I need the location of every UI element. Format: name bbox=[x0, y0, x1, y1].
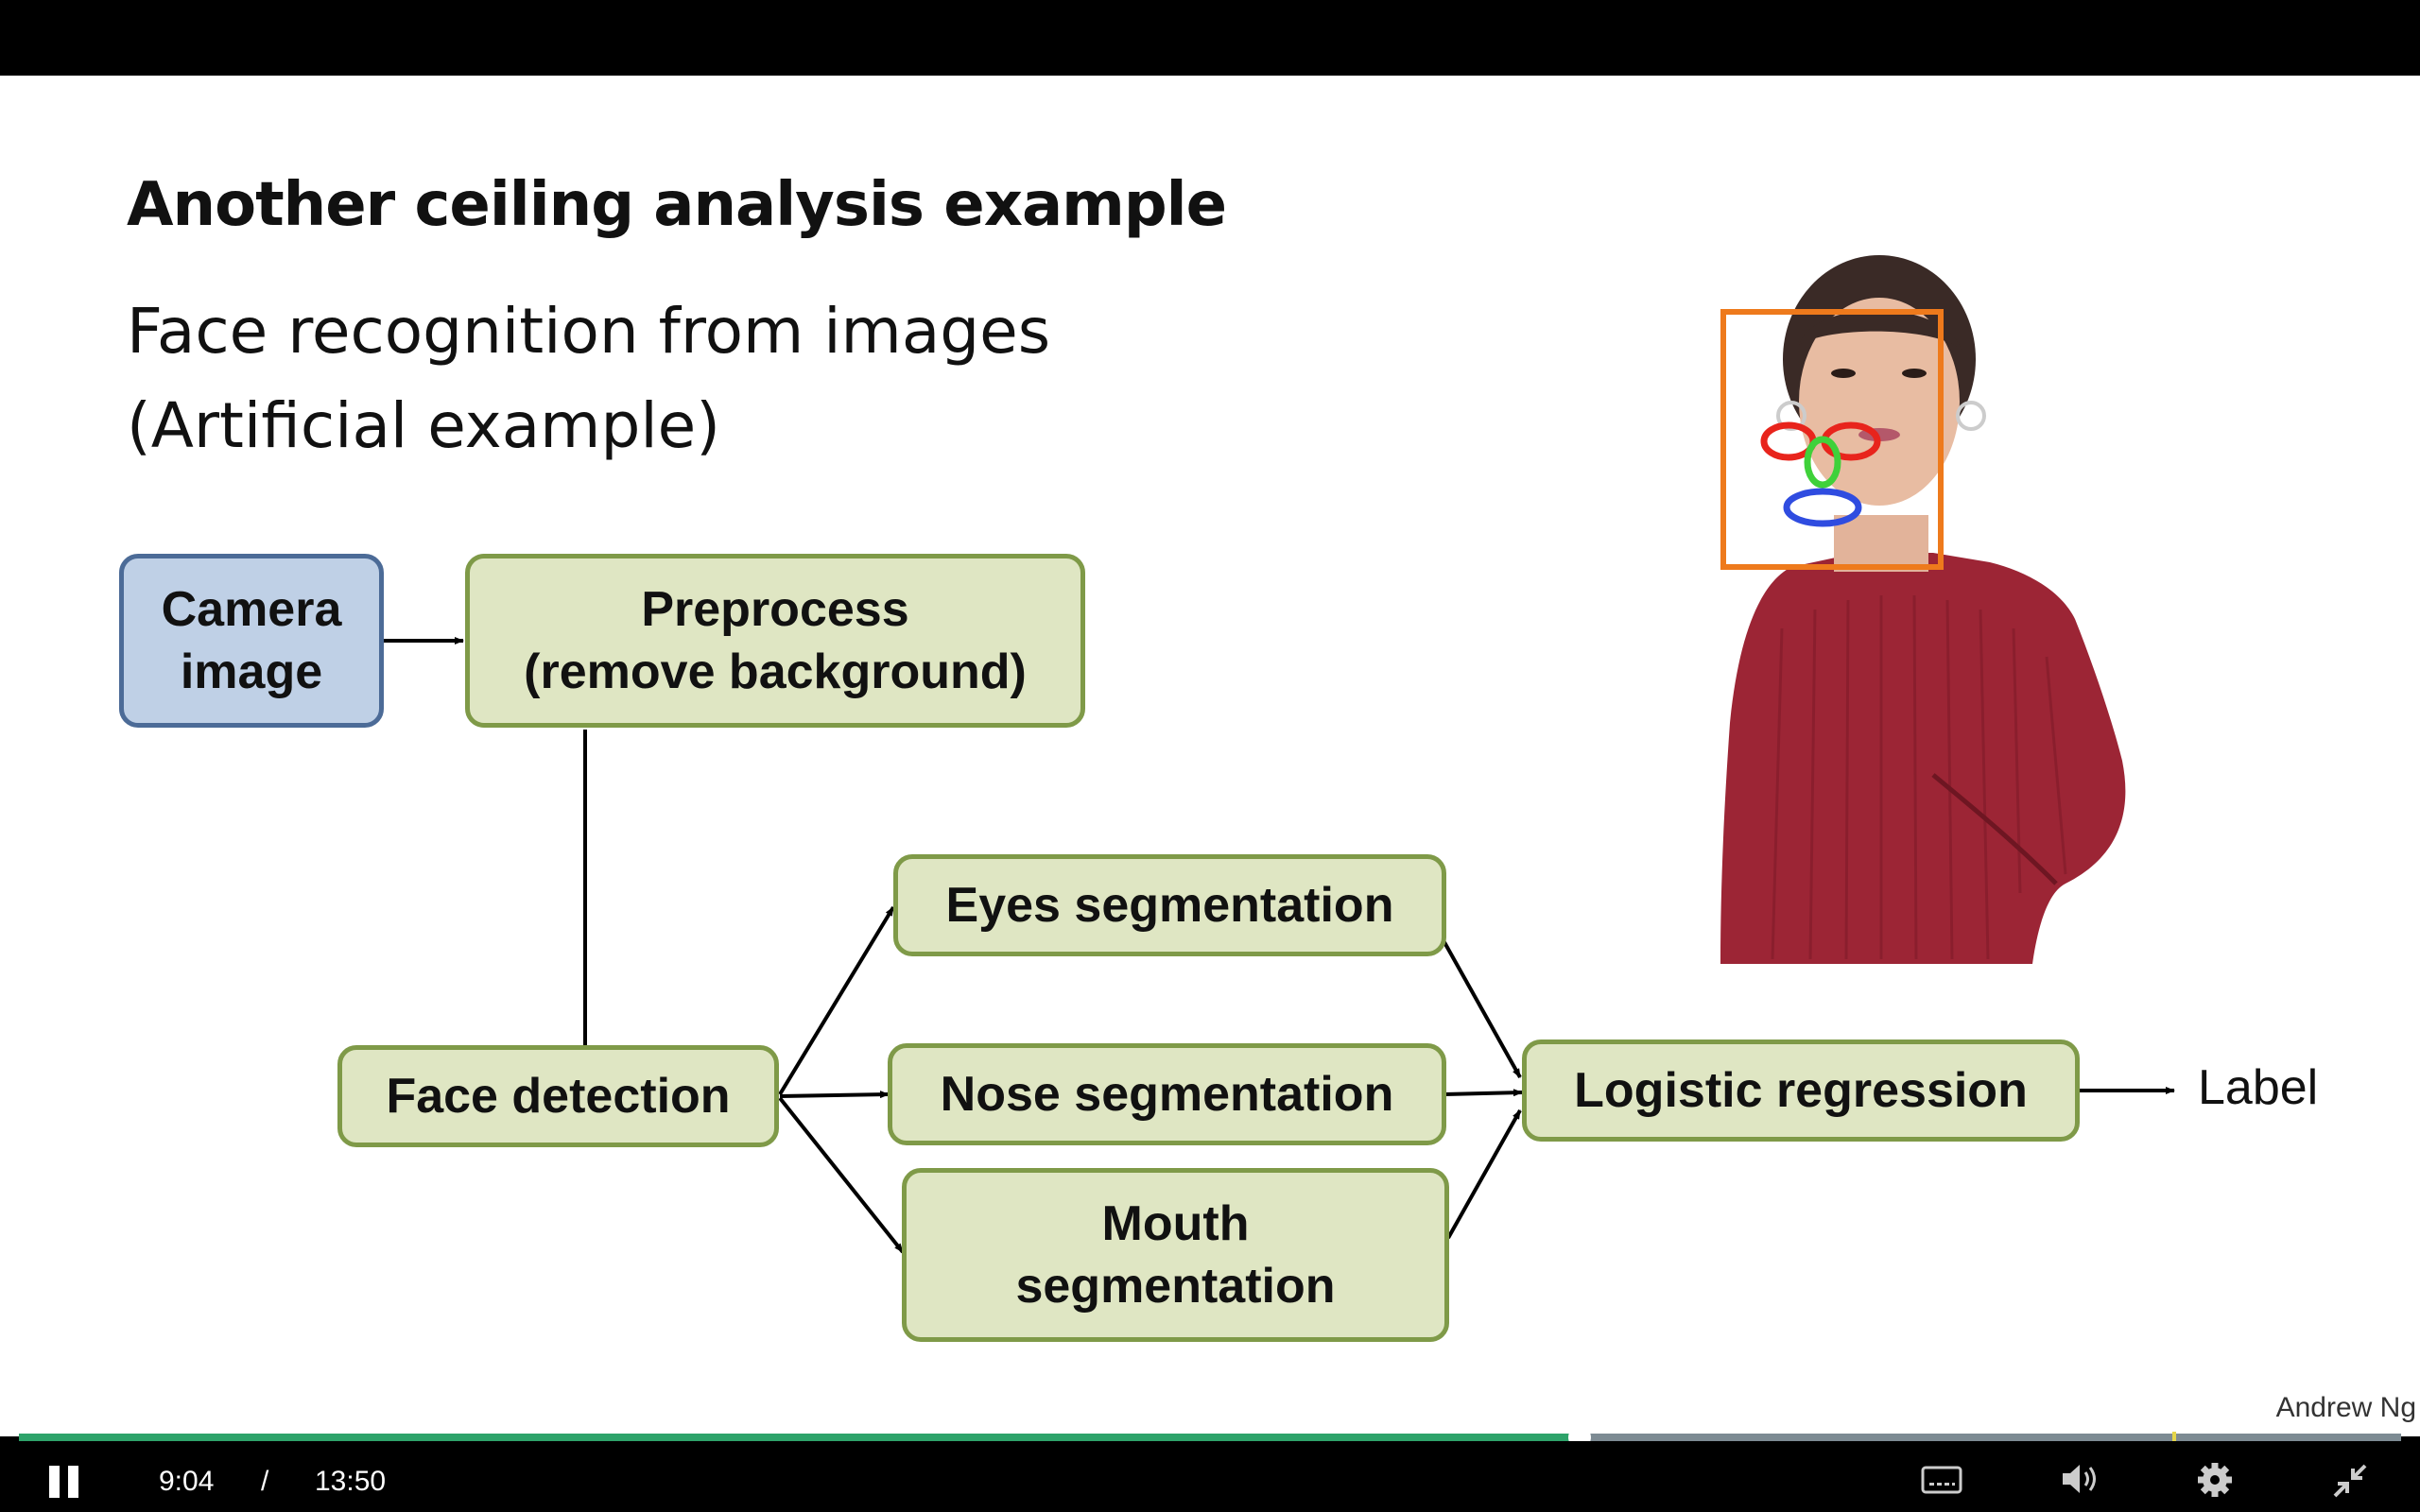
slide: Another ceiling analysis example Face re… bbox=[0, 76, 2420, 1436]
volume-icon[interactable] bbox=[2061, 1462, 2100, 1496]
exit-fullscreen-icon[interactable] bbox=[2331, 1462, 2369, 1500]
person-photo bbox=[1720, 255, 2126, 964]
nose-segmentation-box: Nose segmentation bbox=[888, 1043, 1446, 1145]
author-watermark: Andrew Ng bbox=[2275, 1392, 2416, 1423]
logistic-regression-box: Logistic regression bbox=[1522, 1040, 2080, 1142]
sweater bbox=[1720, 553, 2126, 964]
progress-played bbox=[19, 1434, 1581, 1441]
mouth-segmentation-box: Mouth segmentation bbox=[902, 1168, 1449, 1342]
arrow-face-to-nose bbox=[779, 1091, 890, 1099]
pause-icon[interactable] bbox=[47, 1464, 81, 1500]
mouth-marker bbox=[1783, 488, 1862, 527]
nose-segmentation-label: Nose segmentation bbox=[940, 1067, 1394, 1122]
current-time: 9:04 bbox=[159, 1466, 215, 1497]
gear-icon[interactable] bbox=[2197, 1462, 2233, 1498]
mouth-segmentation-label: Mouth segmentation bbox=[1015, 1196, 1336, 1314]
logistic-regression-label: Logistic regression bbox=[1574, 1063, 2028, 1118]
eyes-segmentation-box: Eyes segmentation bbox=[893, 854, 1446, 956]
eyes-segmentation-label: Eyes segmentation bbox=[945, 878, 1394, 933]
camera-image-box: Camera image bbox=[119, 554, 384, 728]
preprocess-box: Preprocess (remove background) bbox=[465, 554, 1085, 728]
arrow-face-to-eyes bbox=[778, 905, 895, 1096]
arrow-nose-to-logistic bbox=[1443, 1089, 1523, 1097]
face-detection-box: Face detection bbox=[337, 1045, 779, 1147]
arrow-face-to-mouth bbox=[778, 1096, 905, 1254]
total-time: 13:50 bbox=[315, 1466, 387, 1497]
face-detection-label: Face detection bbox=[386, 1069, 731, 1124]
camera-image-label: Camera image bbox=[161, 582, 342, 699]
arrow-mouth-to-logistic bbox=[1446, 1109, 1522, 1239]
progress-bar[interactable] bbox=[19, 1426, 2401, 1449]
time-separator: / bbox=[261, 1466, 269, 1497]
output-label: Label bbox=[2198, 1060, 2319, 1115]
preprocess-label: Preprocess (remove background) bbox=[524, 582, 1027, 699]
captions-icon[interactable] bbox=[1921, 1466, 1962, 1494]
